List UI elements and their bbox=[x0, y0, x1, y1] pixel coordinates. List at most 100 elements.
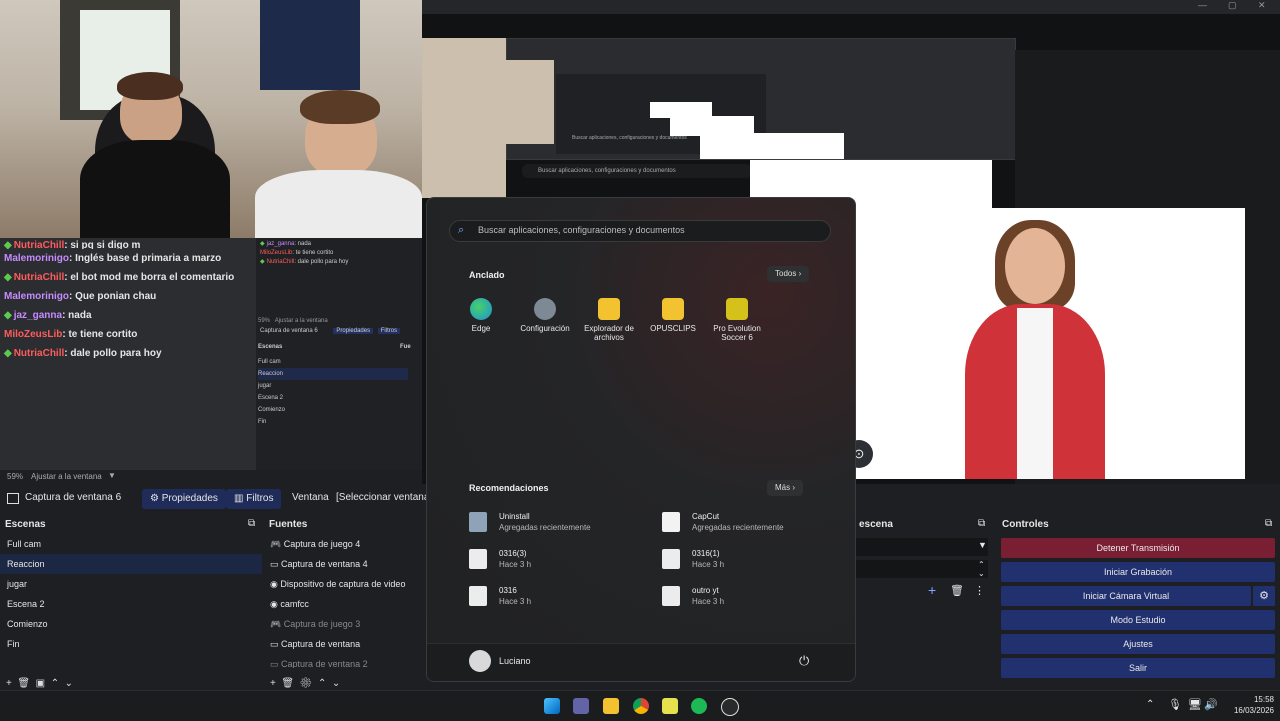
network-icon[interactable]: 🖥 bbox=[1188, 698, 1202, 711]
source-item[interactable]: 🎮 Captura de juego 3 bbox=[264, 614, 426, 634]
studio-mode-button[interactable]: Modo Estudio bbox=[1001, 610, 1275, 630]
avatar[interactable] bbox=[469, 650, 491, 672]
explorer-icon[interactable] bbox=[603, 698, 619, 714]
chrome-icon[interactable] bbox=[633, 698, 649, 714]
uninstall-icon bbox=[469, 512, 487, 532]
windows-icon[interactable] bbox=[544, 698, 560, 714]
rec-sub: Agregadas recientemente bbox=[499, 523, 591, 532]
search-icon: ⌕ bbox=[458, 224, 465, 236]
obs-icon[interactable] bbox=[721, 698, 739, 716]
chat-line: ◆ NutriaChill: dale pollo para hoy bbox=[0, 344, 256, 363]
source-item[interactable]: ▭ Captura de ventana 2 bbox=[264, 654, 426, 668]
filter-icon[interactable]: ▣ bbox=[36, 678, 45, 689]
undock-icon[interactable]: ⧉ bbox=[248, 518, 255, 529]
spotify-icon[interactable] bbox=[691, 698, 707, 714]
start-virtual-camera-button[interactable]: Iniciar Cámara Virtual bbox=[1001, 586, 1251, 606]
gear-icon[interactable]: ⚙ bbox=[1253, 586, 1275, 606]
webcam-preview bbox=[0, 0, 422, 238]
trash-icon[interactable]: 🗑 bbox=[281, 678, 294, 689]
rec-item[interactable]: CapCut Agregadas recientemente bbox=[662, 510, 812, 540]
undock-icon[interactable]: ⧉ bbox=[1265, 518, 1272, 529]
chevron-up-icon[interactable]: ⌃ bbox=[1146, 699, 1154, 710]
arrow-down-icon[interactable]: ⌄ bbox=[65, 678, 73, 689]
pes-icon bbox=[726, 298, 748, 320]
more-button[interactable]: Más › bbox=[767, 480, 804, 496]
stop-stream-button[interactable]: Detener Transmisión bbox=[1001, 538, 1275, 558]
source-item[interactable]: ◉ camfcc bbox=[264, 594, 426, 614]
chat-user: NutriaChill bbox=[13, 240, 65, 249]
start-recording-button[interactable]: Iniciar Grabación bbox=[1001, 562, 1275, 582]
trash-icon[interactable]: 🗑 bbox=[950, 584, 964, 597]
clock[interactable]: 15:58 16/03/2026 bbox=[1222, 694, 1274, 716]
app-opusclips[interactable]: OPUSCLIPS bbox=[641, 298, 705, 333]
chat-text: : dale pollo para hoy bbox=[64, 348, 162, 359]
video-file-icon bbox=[469, 586, 487, 606]
power-icon[interactable]: ⏻ bbox=[799, 653, 809, 669]
search-input[interactable]: Buscar aplicaciones, configuraciones y d… bbox=[478, 225, 685, 235]
rec-item[interactable]: Uninstall Agregadas recientemente bbox=[469, 510, 619, 540]
source-item[interactable]: ▭ Captura de ventana 4 bbox=[264, 554, 426, 574]
settings-button[interactable]: Ajustes bbox=[1001, 634, 1275, 654]
rec-item[interactable]: 0316(1) Hace 3 h bbox=[662, 547, 812, 577]
filters-button[interactable]: ▥ Filtros bbox=[226, 489, 282, 509]
transitions-dock: escena ⧉ ▼ ⌃ ⌄ + 🗑 ⋮ bbox=[854, 516, 995, 686]
minimize-icon[interactable]: — bbox=[1198, 0, 1207, 10]
stepper-icon[interactable]: ⌃ ⌄ bbox=[978, 560, 985, 578]
window-select[interactable]: [Seleccionar ventana p bbox=[336, 492, 438, 503]
date: 16/03/2026 bbox=[1233, 706, 1274, 715]
gear-icon[interactable]: ⚙ bbox=[300, 678, 313, 689]
all-apps-button[interactable]: Todos › bbox=[767, 266, 810, 282]
scene-item[interactable]: Full cam bbox=[0, 534, 262, 554]
chat-user: jaz_ganna bbox=[13, 310, 63, 321]
window-icon: ▭ bbox=[270, 559, 279, 569]
gear-icon bbox=[534, 298, 556, 320]
scene-item[interactable]: jugar bbox=[0, 574, 262, 594]
transition-select[interactable] bbox=[854, 538, 988, 556]
source-item[interactable]: ◉ Dispositivo de captura de video bbox=[264, 574, 426, 594]
chevron-down-icon[interactable]: ▼ bbox=[978, 540, 987, 550]
exit-button[interactable]: Salir bbox=[1001, 658, 1275, 678]
scene-item[interactable]: Fin bbox=[0, 634, 262, 654]
properties-button[interactable]: ⚙ Propiedades bbox=[142, 489, 226, 509]
scene-item[interactable]: Comienzo bbox=[0, 614, 262, 634]
user-name[interactable]: Luciano bbox=[499, 656, 531, 666]
undock-icon[interactable]: ⧉ bbox=[978, 518, 985, 529]
maximize-icon[interactable]: ▢ bbox=[1228, 0, 1237, 11]
teams-icon[interactable] bbox=[573, 698, 589, 714]
close-icon[interactable]: ✕ bbox=[1258, 0, 1266, 11]
chevron-down-icon[interactable]: ▼ bbox=[108, 471, 116, 480]
arrow-up-icon[interactable]: ⌃ bbox=[318, 678, 326, 689]
gamepad-icon: 🎮 bbox=[270, 619, 282, 629]
trash-icon[interactable]: 🗑 bbox=[17, 678, 30, 689]
face bbox=[1005, 228, 1065, 304]
microphone-icon[interactable]: 🎙 bbox=[1168, 698, 1182, 711]
zoom-fit-select[interactable]: Ajustar a la ventana bbox=[31, 472, 102, 481]
source-item[interactable]: ▭ Captura de ventana bbox=[264, 634, 426, 654]
add-icon[interactable]: + bbox=[6, 678, 12, 689]
add-icon[interactable]: + bbox=[270, 678, 276, 689]
chat-text: : nada bbox=[62, 310, 92, 321]
rec-item[interactable]: 0316 Hace 3 h bbox=[469, 584, 619, 614]
arrow-up-icon[interactable]: ⌃ bbox=[51, 678, 59, 689]
scenes-title: Escenas bbox=[5, 519, 46, 530]
rec-title: CapCut bbox=[692, 512, 720, 521]
scene-item[interactable]: Escena 2 bbox=[0, 594, 262, 614]
app-settings[interactable]: Configuración bbox=[513, 298, 577, 333]
rec-title: 0316 bbox=[499, 586, 517, 595]
app-pes6[interactable]: Pro Evolution Soccer 6 bbox=[705, 298, 769, 342]
rec-item[interactable]: 0316(3) Hace 3 h bbox=[469, 547, 619, 577]
scene-item-selected[interactable]: Reaccion bbox=[0, 554, 262, 574]
rec-item[interactable]: outro yt Hace 3 h bbox=[662, 584, 812, 614]
volume-icon[interactable]: 🔊 bbox=[1204, 698, 1218, 711]
add-icon[interactable]: + bbox=[928, 582, 936, 598]
app-edge[interactable]: Edge bbox=[449, 298, 513, 333]
arrow-down-icon[interactable]: ⌄ bbox=[332, 678, 340, 689]
start-search-box[interactable]: ⌕ Buscar aplicaciones, configuraciones y… bbox=[449, 220, 831, 242]
more-icon[interactable]: ⋮ bbox=[974, 584, 985, 597]
duration-input[interactable] bbox=[854, 560, 988, 578]
app-explorer[interactable]: Explorador de archivos bbox=[577, 298, 641, 342]
source-item[interactable]: 🎮 Captura de juego 4 bbox=[264, 534, 426, 554]
notes-icon[interactable] bbox=[662, 698, 678, 714]
badge-icon: ◆ bbox=[4, 240, 12, 249]
start-menu: ⌕ Buscar aplicaciones, configuraciones y… bbox=[426, 197, 856, 682]
